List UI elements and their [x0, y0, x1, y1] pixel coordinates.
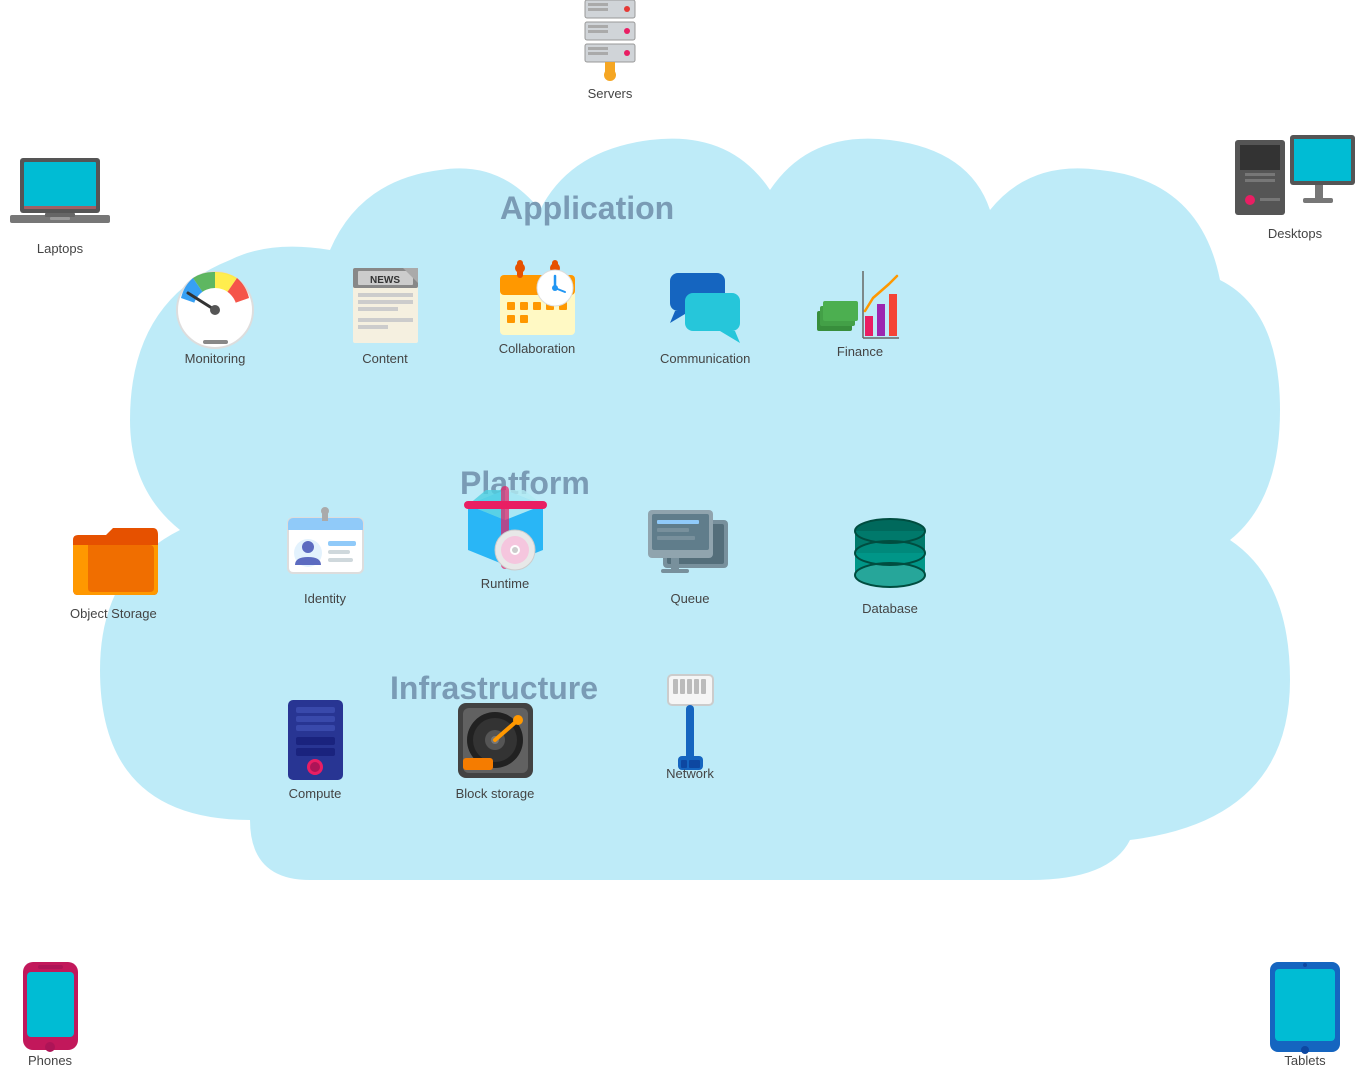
- tablets-icon: [1265, 967, 1345, 1047]
- communication-item: Communication: [660, 265, 750, 366]
- runtime-label: Runtime: [481, 576, 529, 591]
- communication-label: Communication: [660, 351, 750, 366]
- object-storage-item: Object Storage: [70, 520, 157, 621]
- tablets-item: Tablets: [1265, 967, 1345, 1068]
- phones-icon: [10, 967, 90, 1047]
- queue-icon: [650, 505, 730, 585]
- queue-item: Queue: [650, 505, 730, 606]
- database-icon: [850, 515, 930, 595]
- desktops-item: Desktops: [1255, 140, 1335, 241]
- laptops-label: Laptops: [37, 241, 83, 256]
- compute-item: Compute: [275, 700, 355, 801]
- desktops-icon: [1255, 140, 1335, 220]
- finance-item: Finance: [820, 258, 900, 359]
- compute-icon: [275, 700, 355, 780]
- monitoring-label: Monitoring: [185, 351, 246, 366]
- identity-item: Identity: [285, 505, 365, 606]
- block-storage-label: Block storage: [456, 786, 535, 801]
- object-storage-icon: [73, 520, 153, 600]
- database-label: Database: [862, 601, 918, 616]
- communication-icon: [665, 265, 745, 345]
- monitoring-icon: [175, 265, 255, 345]
- laptops-item: Laptops: [20, 155, 100, 256]
- queue-label: Queue: [670, 591, 709, 606]
- block-storage-icon: [455, 700, 535, 780]
- network-item: Network: [650, 680, 730, 781]
- phones-item: Phones: [10, 967, 90, 1068]
- content-label: Content: [362, 351, 408, 366]
- database-item: Database: [850, 515, 930, 616]
- servers-label: Servers: [588, 86, 633, 101]
- object-storage-label: Object Storage: [70, 606, 157, 621]
- content-icon: NEWS: [345, 265, 425, 345]
- application-title: Application: [500, 190, 674, 227]
- laptops-icon: [20, 155, 100, 235]
- servers-item: Servers: [570, 0, 650, 101]
- compute-label: Compute: [289, 786, 342, 801]
- network-icon: [650, 680, 730, 760]
- monitoring-item: Monitoring: [175, 265, 255, 366]
- finance-icon: [820, 258, 900, 338]
- servers-icon: [570, 0, 650, 80]
- collaboration-label: Collaboration: [499, 341, 576, 356]
- identity-icon: [285, 505, 365, 585]
- svg-text:NEWS: NEWS: [370, 275, 400, 286]
- network-label: Network: [666, 766, 714, 781]
- phones-label: Phones: [28, 1053, 72, 1068]
- collaboration-item: Collaboration: [497, 255, 577, 356]
- finance-label: Finance: [837, 344, 883, 359]
- runtime-item: Runtime: [465, 490, 545, 591]
- content-item: NEWS Content: [345, 265, 425, 366]
- desktops-label: Desktops: [1268, 226, 1322, 241]
- block-storage-item: Block storage: [455, 700, 535, 801]
- runtime-icon: [465, 490, 545, 570]
- collaboration-icon: [497, 255, 577, 335]
- tablets-label: Tablets: [1284, 1053, 1325, 1068]
- identity-label: Identity: [304, 591, 346, 606]
